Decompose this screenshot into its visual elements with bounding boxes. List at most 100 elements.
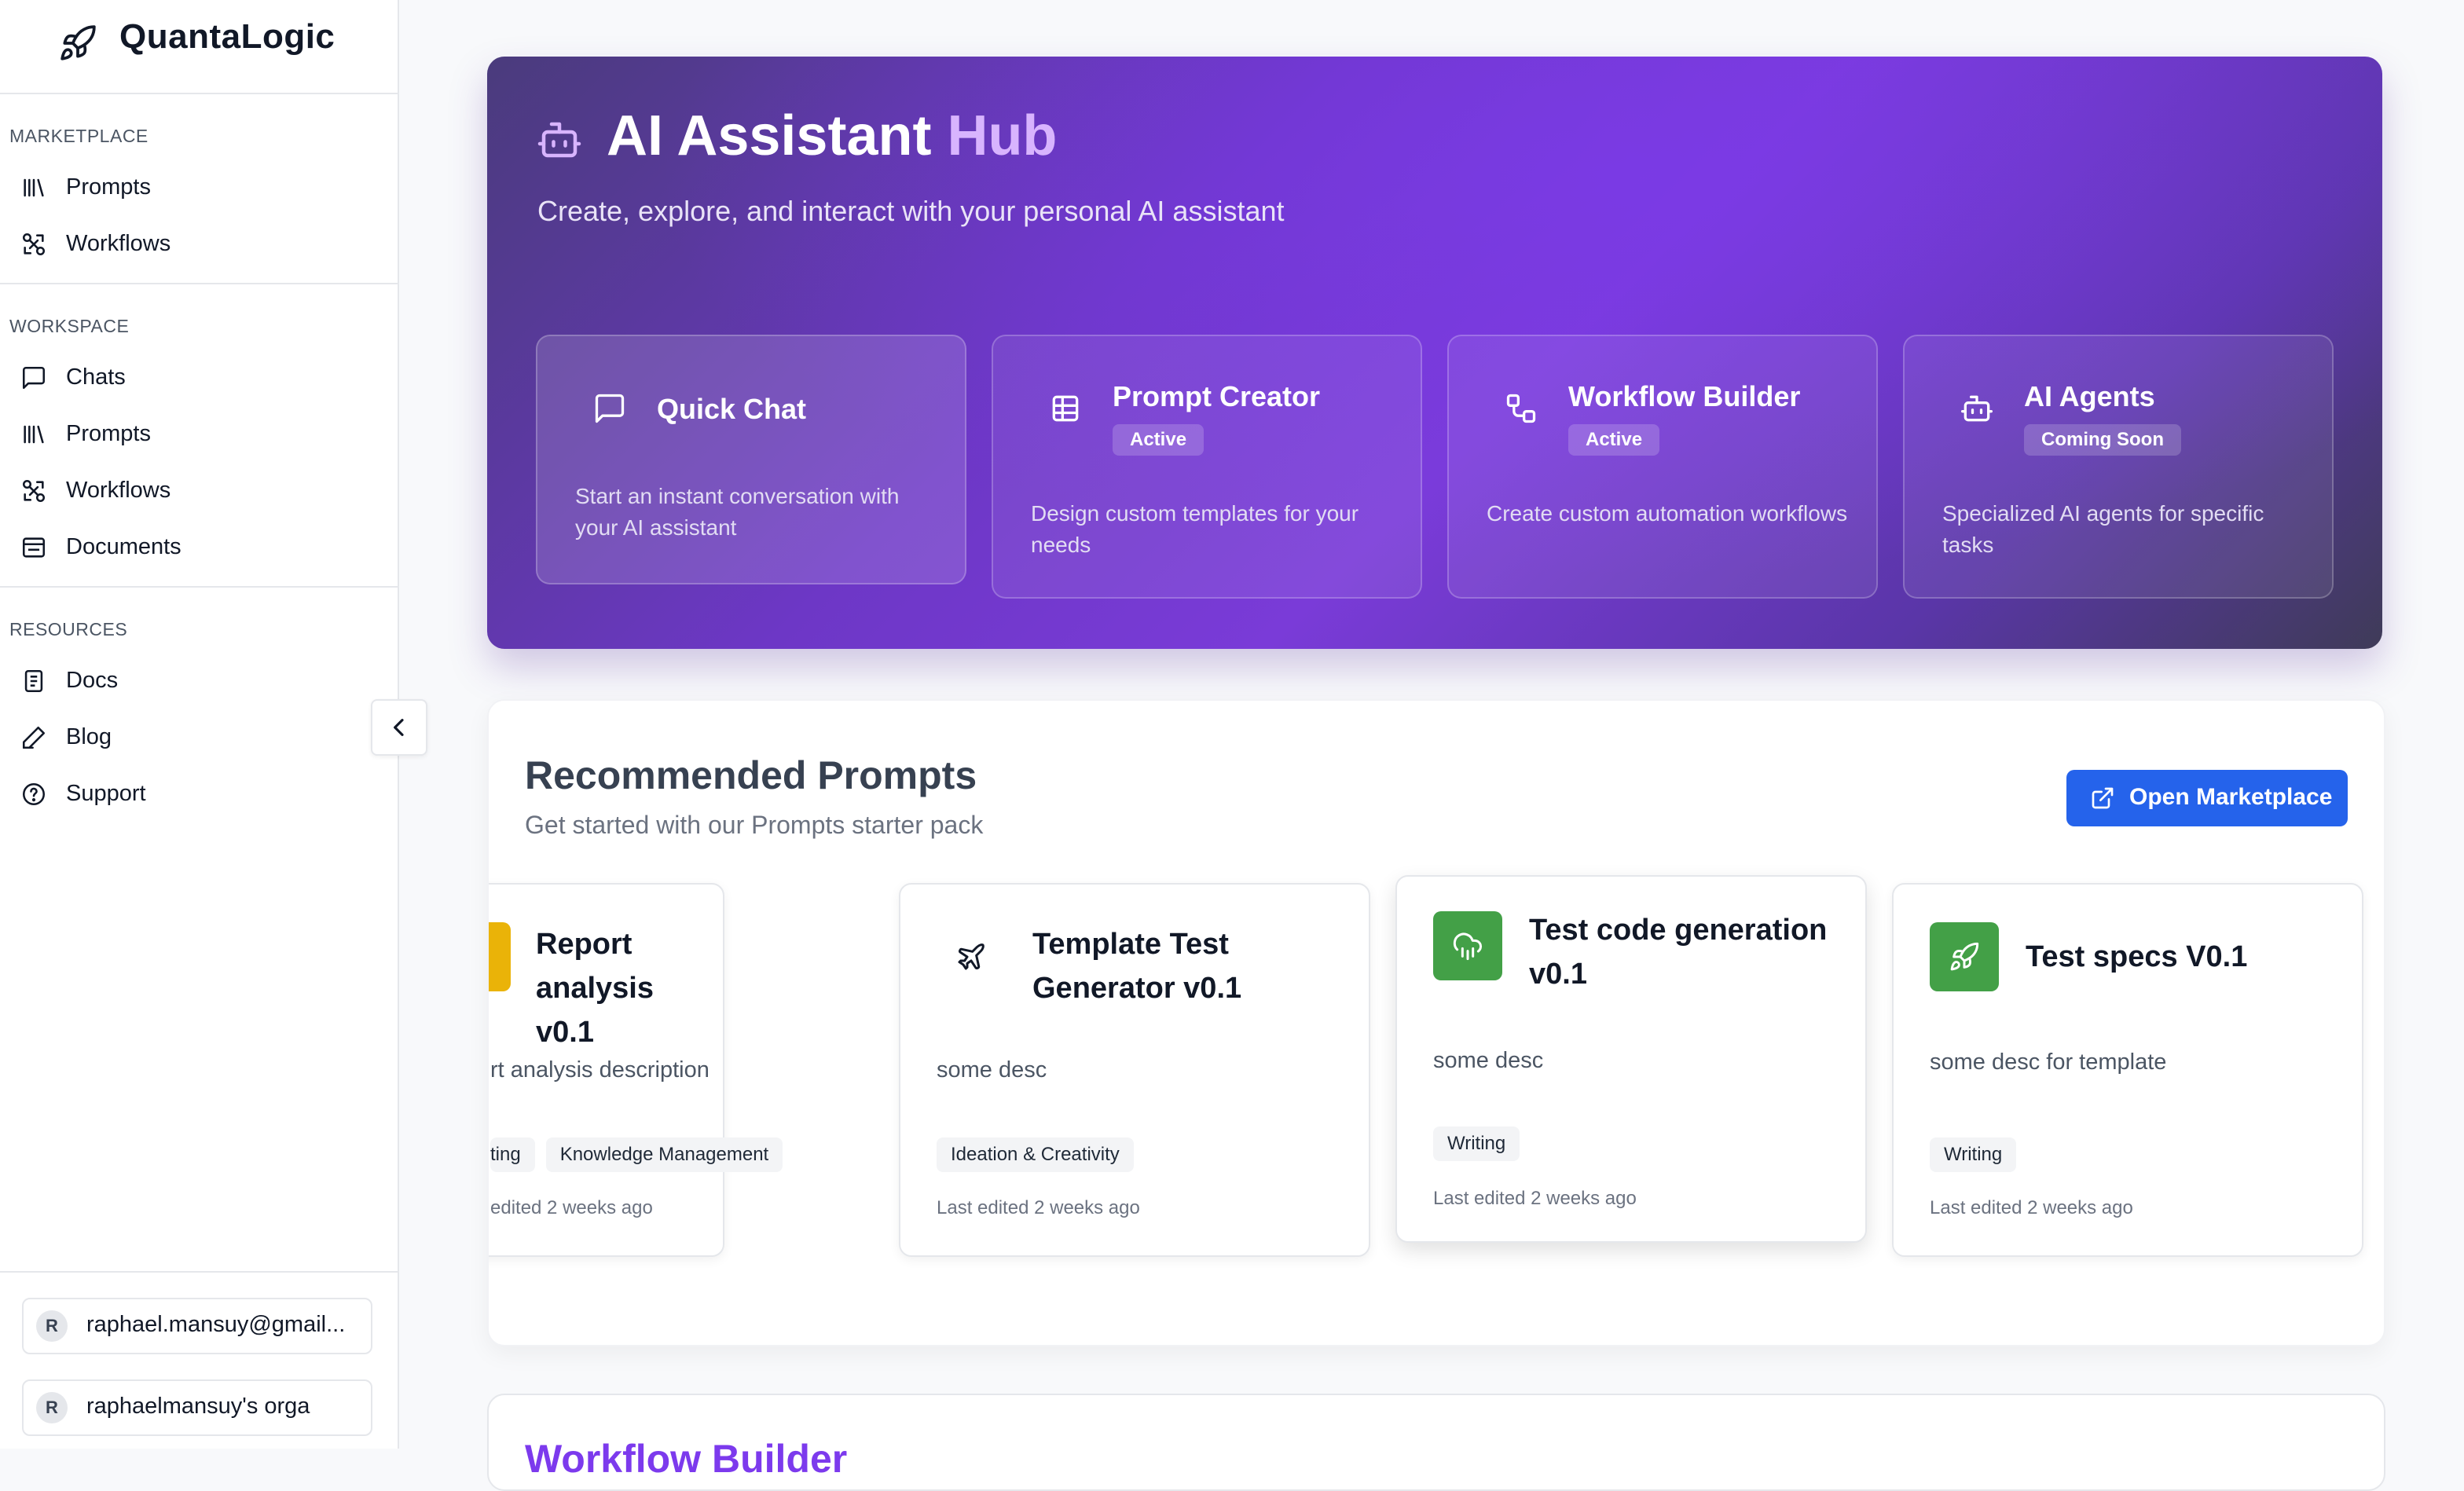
collapse-sidebar-button[interactable] [371, 699, 427, 756]
tag[interactable]: Knowledge Management [545, 1137, 783, 1172]
prompt-card-title: Test code generation v0.1 [1529, 914, 1828, 991]
workflow-tools-icon [22, 233, 46, 256]
card-description: Design custom templates for your needs [1031, 501, 1359, 557]
section-subtitle: Get started with our Prompts starter pac… [525, 811, 984, 839]
sidebar-item-workspace-prompts[interactable]: Prompts [0, 407, 398, 462]
prompt-card-description: some desc [1433, 1048, 1544, 1073]
documents-icon [22, 537, 46, 558]
card-title: Prompt Creator [1113, 380, 1321, 412]
sidebar-divider [0, 586, 398, 588]
sidebar-item-label: Documents [66, 534, 182, 559]
app-root: QuantaLogic MARKETPLACE Prompts Workflow… [0, 0, 2464, 1491]
sidebar-item-label: Support [66, 781, 146, 806]
prompt-card-test-code-generation[interactable]: Test code generation v0.1 some desc Writ… [1395, 875, 1867, 1243]
plane-icon [958, 943, 984, 970]
card-title: Quick Chat [657, 393, 807, 425]
workflow-icon [1506, 394, 1536, 423]
section-title: Workflow Builder [525, 1437, 848, 1481]
card-description: Create custom automation workflows [1487, 501, 1848, 526]
workflow-tools-icon [22, 479, 46, 503]
hero-subtitle: Create, explore, and interact with your … [537, 195, 1285, 227]
sidebar-item-support[interactable]: Support [0, 767, 398, 822]
sidebar-divider [0, 283, 398, 284]
sidebar-item-chats[interactable]: Chats [0, 350, 398, 405]
section-label-workspace: WORKSPACE [9, 316, 130, 336]
workflow-builder-section: Workflow Builder [487, 1394, 2385, 1491]
section-title: Recommended Prompts [525, 753, 977, 797]
prompt-card-tags: Ideation & Creativity [937, 1137, 1145, 1172]
avatar: R [36, 1392, 68, 1423]
prompt-card-edited: Last edited 2 weeks ago [1930, 1197, 2133, 1218]
prompt-card-description: some desc [937, 1057, 1047, 1083]
bot-icon [537, 122, 581, 158]
quick-chat-card[interactable]: Quick Chat Start an instant conversation… [536, 335, 966, 584]
bot-icon [1961, 395, 1993, 422]
cloud-rain-icon [1453, 932, 1483, 961]
prompt-creator-card[interactable]: Prompt Creator Active Design custom temp… [992, 335, 1422, 599]
rocket-icon [60, 25, 96, 60]
prompt-card-icon [937, 922, 1006, 991]
sidebar-item-label: Workflows [66, 478, 171, 503]
status-badge: Active [1568, 424, 1660, 456]
avatar: R [36, 1310, 68, 1342]
hero-banner: AI Assistant Hub Create, explore, and in… [487, 57, 2382, 649]
sidebar-item-marketplace-prompts[interactable]: Prompts [0, 160, 398, 215]
prompt-card-edited: Last edited 2 weeks ago [1433, 1188, 1637, 1209]
account-switcher-user[interactable]: R raphael.mansuy@gmail... [22, 1298, 372, 1354]
sidebar-divider [0, 1271, 398, 1273]
prompt-card-report-analysis[interactable]: Report analysis v0.1 rt analysis descrip… [489, 883, 783, 1257]
sidebar-item-workspace-workflows[interactable]: Workflows [0, 463, 398, 518]
prompt-card-edited: edited 2 weeks ago [490, 1197, 653, 1218]
external-link-icon [2092, 787, 2114, 809]
sidebar-item-label: Prompts [66, 421, 151, 446]
message-square-icon [595, 394, 625, 423]
prompt-card-icon [489, 922, 511, 991]
prompt-card-description: some desc for template [1930, 1050, 2167, 1075]
sidebar-item-blog[interactable]: Blog [0, 710, 398, 765]
tag[interactable]: Writing [1930, 1137, 2017, 1172]
sidebar-item-marketplace-workflows[interactable]: Workflows [0, 217, 398, 272]
sidebar-item-documents[interactable]: Documents [0, 520, 398, 575]
sidebar-item-label: Prompts [66, 174, 151, 200]
hero-title: AI Assistant Hub [607, 104, 1058, 167]
prompt-card-title: Template Test Generator v0.1 [1032, 928, 1242, 1005]
book-icon [24, 669, 43, 693]
account-name: raphael.mansuy@gmail... [86, 1312, 346, 1337]
card-title: AI Agents [2024, 380, 2155, 412]
tag[interactable]: ting [490, 1137, 535, 1172]
prompt-card-description: rt analysis description [490, 1057, 710, 1083]
account-switcher-org[interactable]: R raphaelmansuy's orga [22, 1379, 372, 1436]
sidebar: QuantaLogic MARKETPLACE Prompts Workflow… [0, 0, 399, 1449]
prompt-card-tags: Writing [1433, 1126, 1531, 1161]
help-circle-icon [22, 782, 46, 806]
sidebar-item-label: Docs [66, 668, 119, 693]
prompt-card-test-specs[interactable]: Test specs V0.1 some desc for template W… [1892, 883, 2363, 1257]
sidebar-item-label: Blog [66, 724, 112, 749]
card-description: Start an instant conversation with your … [575, 484, 900, 540]
ai-agents-card[interactable]: AI Agents Coming Soon Specialized AI age… [1903, 335, 2334, 599]
chevron-left-icon [394, 719, 404, 736]
workflow-builder-card[interactable]: Workflow Builder Active Create custom au… [1447, 335, 1878, 599]
tag[interactable]: Ideation & Creativity [937, 1137, 1134, 1172]
library-icon [24, 425, 44, 444]
prompt-card-template-test-generator[interactable]: Template Test Generator v0.1 some desc I… [899, 883, 1370, 1257]
tag[interactable]: Writing [1433, 1126, 1520, 1161]
sidebar-item-docs[interactable]: Docs [0, 654, 398, 709]
recommended-prompts-section: Recommended Prompts Get started with our… [487, 699, 2385, 1346]
prompt-card-icon [1930, 922, 1999, 991]
prompt-card-edited: Last edited 2 weeks ago [937, 1197, 1140, 1218]
status-badge: Coming Soon [2024, 424, 2181, 456]
card-description: Specialized AI agents for specific tasks [1942, 501, 2264, 557]
sidebar-item-label: Chats [66, 365, 126, 390]
rocket-icon [1950, 942, 1979, 971]
status-badge: Active [1113, 424, 1204, 456]
prompt-card-title: Test specs V0.1 [2026, 940, 2248, 973]
account-name: raphaelmansuy's orga [86, 1394, 310, 1419]
logo-row: QuantaLogic [0, 0, 398, 94]
brand-name[interactable]: QuantaLogic [119, 17, 335, 57]
card-title: Workflow Builder [1568, 380, 1801, 412]
button-label: Open Marketplace [2129, 784, 2333, 810]
open-marketplace-button[interactable]: Open Marketplace [2066, 770, 2348, 826]
section-label-resources: RESOURCES [9, 619, 128, 639]
prompt-card-title: Report analysis v0.1 [536, 928, 654, 1049]
